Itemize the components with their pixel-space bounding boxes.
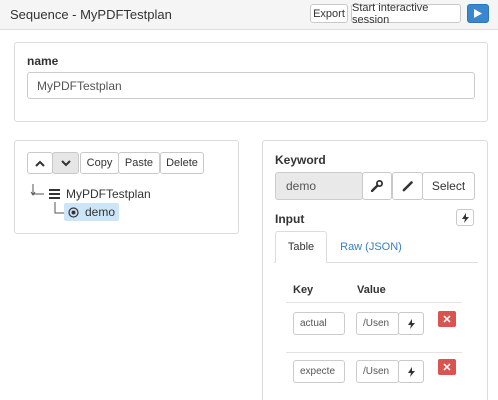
bolt-icon [461,212,469,223]
close-icon: ✕ [442,361,452,374]
table-header-divider [286,302,462,303]
paste-button[interactable]: Paste [118,152,160,174]
edit-keyword-button[interactable] [392,172,423,200]
tree-node-demo-label: demo [85,205,116,219]
tree-node-root-label: MyPDFTestplan [66,187,151,201]
row-value-action-button[interactable] [398,312,424,335]
pencil-icon [401,181,413,192]
run-button[interactable] [467,4,489,23]
name-input[interactable]: MyPDFTestplan [27,72,475,99]
tab-raw-json[interactable]: Raw (JSON) [333,231,409,262]
close-icon: ✕ [442,313,452,326]
column-header-value: Value [357,284,386,296]
row-value-input[interactable]: /Usen [356,312,399,335]
tree-node-root[interactable]: MyPDFTestplan [49,187,151,201]
export-button[interactable]: Export [310,4,348,23]
bolt-icon [407,366,415,377]
chevron-up-icon [35,160,45,167]
keyword-label: Keyword [275,153,326,167]
chevron-down-icon [60,159,71,166]
row-delete-button[interactable]: ✕ [438,359,456,375]
page-title: Sequence - MyPDFTestplan [10,7,172,22]
play-icon [474,9,482,18]
configure-keyword-button[interactable] [362,172,392,200]
row-value-action-button[interactable] [398,360,424,383]
move-up-button[interactable] [27,152,53,174]
target-icon [68,206,79,218]
column-header-key: Key [293,284,314,296]
input-action-button[interactable] [456,209,474,226]
wrench-icon [371,180,383,192]
row-value-input[interactable]: /Usen [356,360,399,383]
row-key-input[interactable]: expecte [293,360,345,383]
select-keyword-button[interactable]: Select [422,172,475,200]
input-label: Input [275,212,305,226]
keyword-input[interactable]: demo [275,172,363,200]
name-label: name [27,54,59,68]
tab-table[interactable]: Table [275,231,327,263]
delete-button[interactable]: Delete [160,152,204,174]
table-row-divider [286,352,462,353]
list-icon [49,189,60,199]
copy-button[interactable]: Copy [80,152,119,174]
row-delete-button[interactable]: ✕ [438,311,456,327]
header-bar: Sequence - MyPDFTestplan Export Start in… [0,0,498,30]
start-session-button[interactable]: Start interactive session [351,2,461,26]
bolt-icon [407,318,415,329]
move-down-button[interactable] [52,152,79,174]
row-key-input[interactable]: actual [293,312,345,335]
tree-node-demo[interactable]: demo [64,203,120,221]
